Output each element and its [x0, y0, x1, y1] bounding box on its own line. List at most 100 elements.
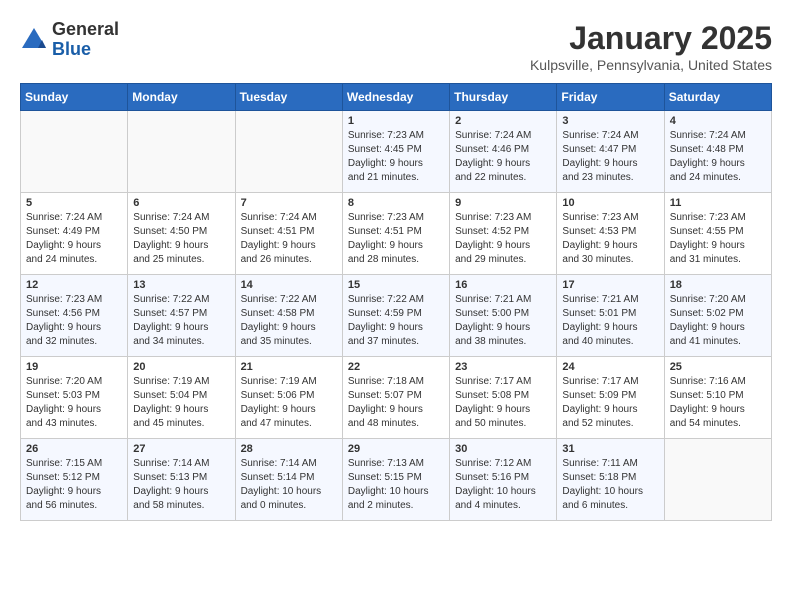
day-info: Sunrise: 7:24 AM Sunset: 4:46 PM Dayligh…	[455, 129, 551, 185]
col-header-saturday: Saturday	[664, 84, 771, 111]
col-header-friday: Friday	[557, 84, 664, 111]
day-number: 9	[455, 197, 551, 209]
calendar-table: SundayMondayTuesdayWednesdayThursdayFrid…	[20, 83, 772, 521]
col-header-monday: Monday	[128, 84, 235, 111]
col-header-wednesday: Wednesday	[342, 84, 449, 111]
day-info: Sunrise: 7:20 AM Sunset: 5:03 PM Dayligh…	[26, 375, 122, 431]
day-info: Sunrise: 7:14 AM Sunset: 5:14 PM Dayligh…	[241, 457, 337, 513]
day-info: Sunrise: 7:17 AM Sunset: 5:08 PM Dayligh…	[455, 375, 551, 431]
day-cell: 17 Sunrise: 7:21 AM Sunset: 5:01 PM Dayli…	[557, 275, 664, 357]
title-block: January 2025 Kulpsville, Pennsylvania, U…	[530, 20, 772, 73]
day-number: 3	[562, 115, 658, 127]
day-cell: 6 Sunrise: 7:24 AM Sunset: 4:50 PM Daylig…	[128, 193, 235, 275]
col-header-tuesday: Tuesday	[235, 84, 342, 111]
day-cell: 9 Sunrise: 7:23 AM Sunset: 4:52 PM Daylig…	[450, 193, 557, 275]
day-cell: 11Sunrise: 7:23 AM Sunset: 4:55 PM Dayli…	[664, 193, 771, 275]
day-info: Sunrise: 7:23 AM Sunset: 4:52 PM Dayligh…	[455, 211, 551, 267]
day-number: 30	[455, 443, 551, 455]
day-info: Sunrise: 7:24 AM Sunset: 4:47 PM Dayligh…	[562, 129, 658, 185]
day-number: 19	[26, 361, 122, 373]
day-cell	[21, 111, 128, 193]
day-number: 17	[562, 279, 658, 291]
day-number: 15	[348, 279, 444, 291]
day-number: 7	[241, 197, 337, 209]
day-number: 14	[241, 279, 337, 291]
day-number: 28	[241, 443, 337, 455]
page-header: General Blue January 2025 Kulpsville, Pe…	[20, 20, 772, 73]
week-row-2: 5Sunrise: 7:24 AM Sunset: 4:49 PM Daylig…	[21, 193, 772, 275]
day-cell: 28 Sunrise: 7:14 AM Sunset: 5:14 PM Dayli…	[235, 439, 342, 521]
day-number: 29	[348, 443, 444, 455]
day-info: Sunrise: 7:14 AM Sunset: 5:13 PM Dayligh…	[133, 457, 229, 513]
day-info: Sunrise: 7:17 AM Sunset: 5:09 PM Dayligh…	[562, 375, 658, 431]
day-number: 1	[348, 115, 444, 127]
day-cell: 2 Sunrise: 7:24 AM Sunset: 4:46 PM Daylig…	[450, 111, 557, 193]
day-cell: 21Sunrise: 7:19 AM Sunset: 5:06 PM Dayli…	[235, 357, 342, 439]
day-cell: 27Sunrise: 7:14 AM Sunset: 5:13 PM Dayli…	[128, 439, 235, 521]
day-cell: 12 Sunrise: 7:23 AM Sunset: 4:56 PM Dayli…	[21, 275, 128, 357]
header-row: SundayMondayTuesdayWednesdayThursdayFrid…	[21, 84, 772, 111]
day-cell: 20 Sunrise: 7:19 AM Sunset: 5:04 PM Dayli…	[128, 357, 235, 439]
calendar-header: SundayMondayTuesdayWednesdayThursdayFrid…	[21, 84, 772, 111]
col-header-sunday: Sunday	[21, 84, 128, 111]
day-info: Sunrise: 7:12 AM Sunset: 5:16 PM Dayligh…	[455, 457, 551, 513]
day-number: 11	[670, 197, 766, 209]
day-number: 24	[562, 361, 658, 373]
day-cell: 22 Sunrise: 7:18 AM Sunset: 5:07 PM Dayli…	[342, 357, 449, 439]
logo-icon	[20, 26, 48, 54]
day-info: Sunrise: 7:22 AM Sunset: 4:58 PM Dayligh…	[241, 293, 337, 349]
day-cell: 15 Sunrise: 7:22 AM Sunset: 4:59 PM Dayli…	[342, 275, 449, 357]
day-number: 21	[241, 361, 337, 373]
day-info: Sunrise: 7:15 AM Sunset: 5:12 PM Dayligh…	[26, 457, 122, 513]
day-number: 5	[26, 197, 122, 209]
day-info: Sunrise: 7:24 AM Sunset: 4:51 PM Dayligh…	[241, 211, 337, 267]
day-number: 2	[455, 115, 551, 127]
day-number: 25	[670, 361, 766, 373]
logo: General Blue	[20, 20, 119, 60]
day-cell: 4Sunrise: 7:24 AM Sunset: 4:48 PM Daylig…	[664, 111, 771, 193]
day-cell: 3 Sunrise: 7:24 AM Sunset: 4:47 PM Daylig…	[557, 111, 664, 193]
day-info: Sunrise: 7:16 AM Sunset: 5:10 PM Dayligh…	[670, 375, 766, 431]
col-header-thursday: Thursday	[450, 84, 557, 111]
day-number: 8	[348, 197, 444, 209]
day-number: 10	[562, 197, 658, 209]
week-row-1: 1 Sunrise: 7:23 AM Sunset: 4:45 PM Daylig…	[21, 111, 772, 193]
day-number: 20	[133, 361, 229, 373]
day-info: Sunrise: 7:18 AM Sunset: 5:07 PM Dayligh…	[348, 375, 444, 431]
logo-text: General Blue	[52, 20, 119, 60]
day-number: 23	[455, 361, 551, 373]
day-info: Sunrise: 7:22 AM Sunset: 4:59 PM Dayligh…	[348, 293, 444, 349]
day-info: Sunrise: 7:21 AM Sunset: 5:01 PM Dayligh…	[562, 293, 658, 349]
day-number: 4	[670, 115, 766, 127]
day-info: Sunrise: 7:22 AM Sunset: 4:57 PM Dayligh…	[133, 293, 229, 349]
day-info: Sunrise: 7:23 AM Sunset: 4:45 PM Dayligh…	[348, 129, 444, 185]
day-info: Sunrise: 7:21 AM Sunset: 5:00 PM Dayligh…	[455, 293, 551, 349]
day-info: Sunrise: 7:11 AM Sunset: 5:18 PM Dayligh…	[562, 457, 658, 513]
day-cell: 31 Sunrise: 7:11 AM Sunset: 5:18 PM Dayli…	[557, 439, 664, 521]
day-number: 6	[133, 197, 229, 209]
day-cell: 5Sunrise: 7:24 AM Sunset: 4:49 PM Daylig…	[21, 193, 128, 275]
week-row-5: 26 Sunrise: 7:15 AM Sunset: 5:12 PM Dayli…	[21, 439, 772, 521]
week-row-4: 19 Sunrise: 7:20 AM Sunset: 5:03 PM Dayli…	[21, 357, 772, 439]
day-number: 26	[26, 443, 122, 455]
month-title: January 2025	[530, 20, 772, 57]
day-number: 22	[348, 361, 444, 373]
location: Kulpsville, Pennsylvania, United States	[530, 57, 772, 73]
day-info: Sunrise: 7:23 AM Sunset: 4:53 PM Dayligh…	[562, 211, 658, 267]
day-cell: 13Sunrise: 7:22 AM Sunset: 4:57 PM Dayli…	[128, 275, 235, 357]
day-cell: 10 Sunrise: 7:23 AM Sunset: 4:53 PM Dayli…	[557, 193, 664, 275]
day-info: Sunrise: 7:19 AM Sunset: 5:04 PM Dayligh…	[133, 375, 229, 431]
day-cell: 25 Sunrise: 7:16 AM Sunset: 5:10 PM Dayli…	[664, 357, 771, 439]
day-number: 31	[562, 443, 658, 455]
day-number: 12	[26, 279, 122, 291]
day-cell: 16Sunrise: 7:21 AM Sunset: 5:00 PM Dayli…	[450, 275, 557, 357]
day-info: Sunrise: 7:24 AM Sunset: 4:50 PM Dayligh…	[133, 211, 229, 267]
calendar-body: 1 Sunrise: 7:23 AM Sunset: 4:45 PM Daylig…	[21, 111, 772, 521]
day-cell: 7 Sunrise: 7:24 AM Sunset: 4:51 PM Daylig…	[235, 193, 342, 275]
day-cell	[128, 111, 235, 193]
day-cell: 23 Sunrise: 7:17 AM Sunset: 5:08 PM Dayli…	[450, 357, 557, 439]
logo-general: General	[52, 20, 119, 40]
day-cell: 24 Sunrise: 7:17 AM Sunset: 5:09 PM Dayli…	[557, 357, 664, 439]
day-cell	[664, 439, 771, 521]
day-info: Sunrise: 7:23 AM Sunset: 4:56 PM Dayligh…	[26, 293, 122, 349]
